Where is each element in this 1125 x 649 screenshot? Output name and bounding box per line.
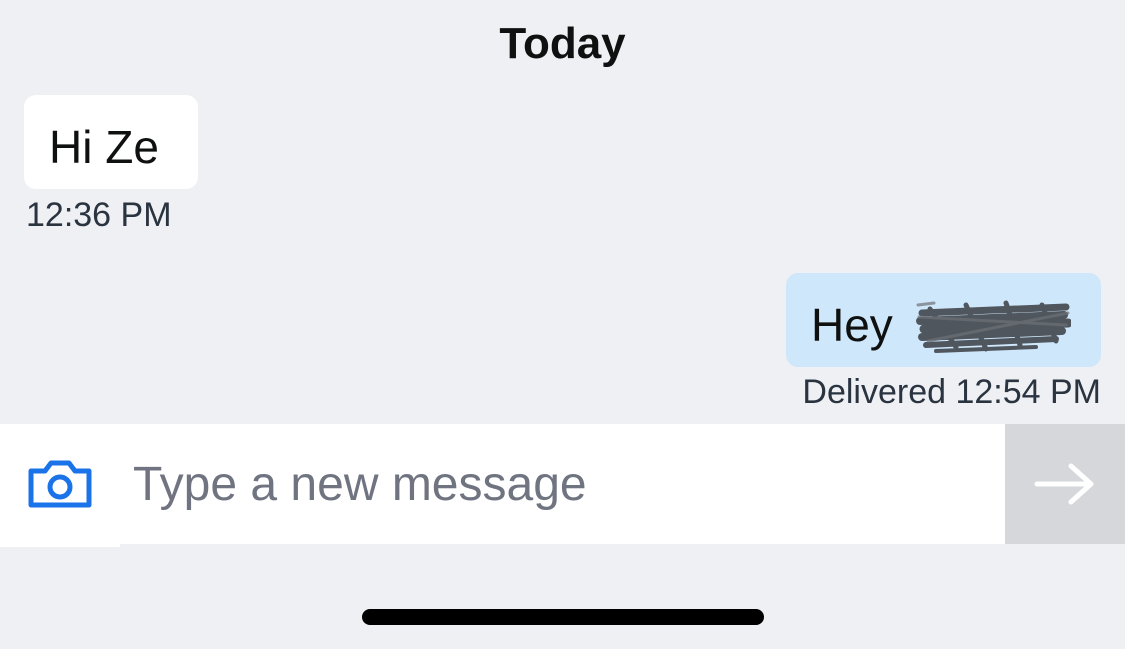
home-indicator[interactable]: [362, 609, 764, 625]
send-button[interactable]: [1005, 424, 1125, 544]
outgoing-message-status: Delivered 12:54 PM: [802, 373, 1101, 411]
camera-button[interactable]: [18, 452, 102, 516]
composer-edge: [0, 544, 120, 547]
message-input[interactable]: [133, 448, 983, 520]
incoming-message-text: Hi Ze: [49, 121, 159, 173]
outgoing-message-text: Hey: [811, 299, 893, 351]
day-header: Today: [499, 19, 626, 68]
camera-icon: [28, 460, 92, 508]
message-composer: [0, 424, 1005, 544]
incoming-message-time: 12:36 PM: [26, 196, 172, 234]
redaction-scribble: [916, 300, 1071, 353]
incoming-message-bubble[interactable]: Hi Ze: [24, 95, 198, 189]
arrow-right-icon: [1034, 463, 1094, 505]
outgoing-message-bubble[interactable]: Hey: [786, 273, 1101, 367]
